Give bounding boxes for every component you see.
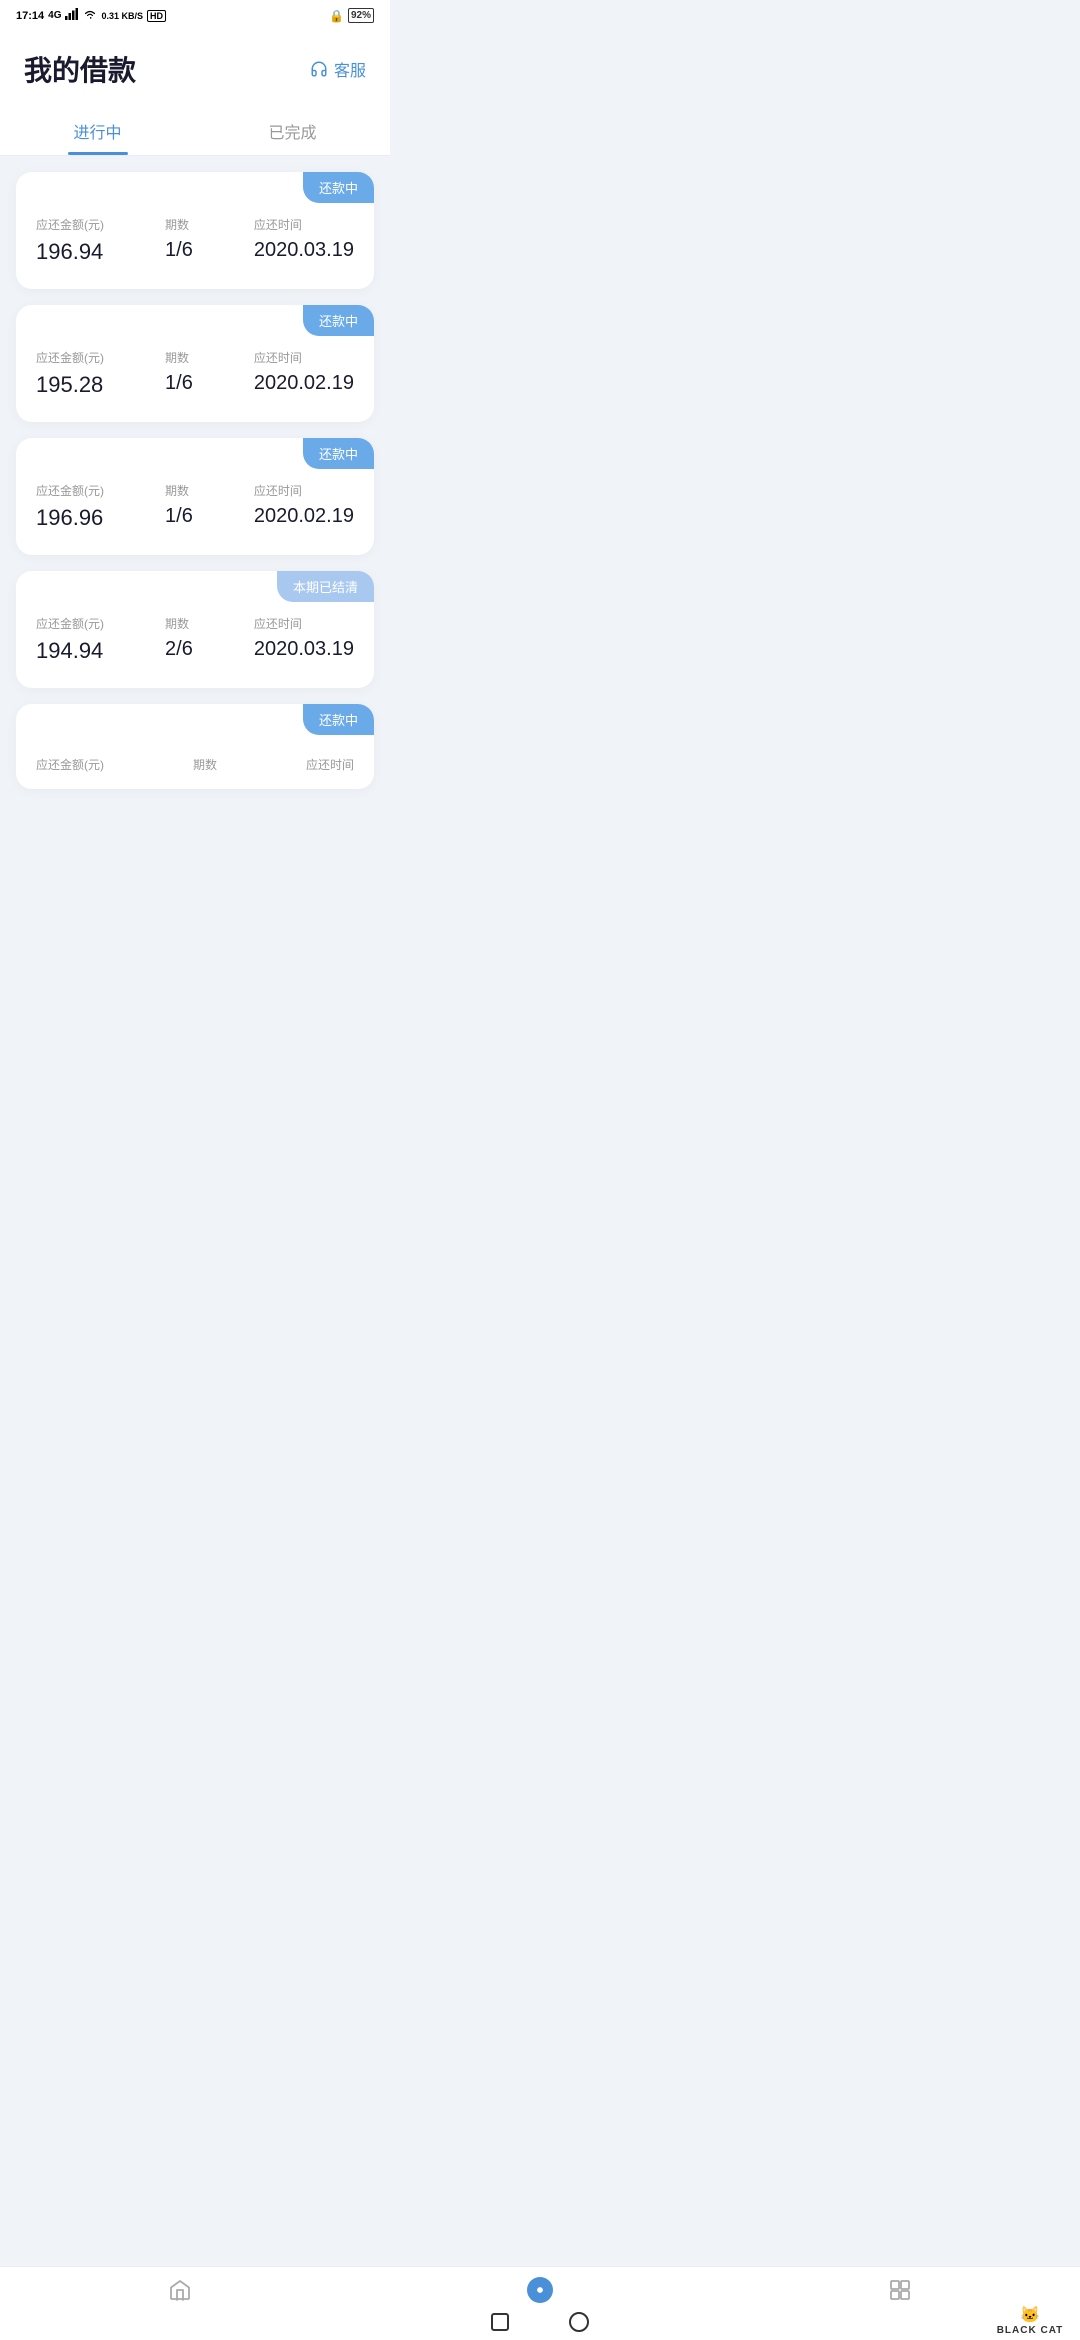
date-label-4: 应还时间 [254,615,354,632]
periods-value-3: 1/6 [165,505,193,528]
tab-ongoing[interactable]: 进行中 [0,105,195,155]
loan-amount-field-4: 应还金额(元) 194.94 [36,615,104,664]
amount-label-2: 应还金额(元) [36,349,104,366]
mine-icon [887,2277,913,2303]
network-icon: 4G [48,10,61,21]
lock-icon: 🔒 [329,9,344,23]
periods-value-1: 1/6 [165,239,193,262]
battery-icon: 92% [348,8,374,23]
amount-label-3: 应还金额(元) [36,482,104,499]
status-right: 🔒 92% [329,8,374,23]
black-cat-logo-icon: 🐱 [1020,2305,1040,2325]
amount-label-1: 应还金额(元) [36,216,104,233]
hd-badge: HD [147,10,166,22]
headphone-icon [310,60,328,78]
system-home-button[interactable] [569,2312,589,2332]
loan-amount-field-1: 应还金额(元) 196.94 [36,216,104,265]
amount-value-3: 196.96 [36,505,104,531]
periods-value-2: 1/6 [165,372,193,395]
service-label: 客服 [334,57,366,81]
loan-amount-field-3: 应还金额(元) 196.96 [36,482,104,531]
loan-card-2[interactable]: 还款中 应还金额(元) 195.28 期数 1/6 应还时间 2020.02.1… [16,305,374,422]
system-back-button[interactable] [491,2313,509,2331]
loan-status-badge-3: 还款中 [303,438,374,469]
loan-date-field-4: 应还时间 2020.03.19 [254,615,354,664]
page-title: 我的借款 [24,49,136,89]
date-value-1: 2020.03.19 [254,239,354,262]
amount-value-2: 195.28 [36,372,104,398]
date-label-1: 应还时间 [254,216,354,233]
loan-date-field-3: 应还时间 2020.02.19 [254,482,354,531]
loan-amount-field-2: 应还金额(元) 195.28 [36,349,104,398]
loan-fields-1: 应还金额(元) 196.94 期数 1/6 应还时间 2020.03.19 [36,216,354,265]
periods-label-1: 期数 [165,216,193,233]
date-label-2: 应还时间 [254,349,354,366]
loan-list: 还款中 应还金额(元) 196.94 期数 1/6 应还时间 2020.03.1… [0,156,390,889]
system-nav: 🐱 BLACK CAT [0,2304,1080,2340]
loan-card-5-partial[interactable]: 还款中 应还金额(元) 期数 应还时间 [16,704,374,789]
periods-value-4: 2/6 [165,638,193,661]
loan-periods-field-4: 期数 2/6 [165,615,193,664]
home-icon [167,2277,193,2303]
loan-card-4[interactable]: 本期已结清 应还金额(元) 194.94 期数 2/6 应还时间 2020.03… [16,571,374,688]
loan-fields-4: 应还金额(元) 194.94 期数 2/6 应还时间 2020.03.19 [36,615,354,664]
loan-status-badge-5: 还款中 [303,704,374,735]
status-bar: 17:14 4G 0.31 KB/S HD 🔒 92% [0,0,390,29]
partial-amount-label: 应还金额(元) [36,756,104,773]
signal-icon [65,8,79,23]
header: 我的借款 客服 [0,29,390,105]
periods-label-2: 期数 [165,349,193,366]
service-button[interactable]: 客服 [310,57,366,81]
black-cat-watermark: 🐱 BLACK CAT [980,2290,1080,2340]
wifi-icon [83,8,97,23]
loan-fields-3: 应还金额(元) 196.96 期数 1/6 应还时间 2020.02.19 [36,482,354,531]
amount-label-4: 应还金额(元) [36,615,104,632]
amount-value-4: 194.94 [36,638,104,664]
loan-status-badge-2: 还款中 [303,305,374,336]
loan-date-field-1: 应还时间 2020.03.19 [254,216,354,265]
loan-status-badge-1: 还款中 [303,172,374,203]
loan-periods-field-1: 期数 1/6 [165,216,193,265]
tabs-container: 进行中 已完成 [0,105,390,156]
periods-label-4: 期数 [165,615,193,632]
date-label-3: 应还时间 [254,482,354,499]
black-cat-text: BLACK CAT [997,2325,1064,2336]
loan-periods-field-3: 期数 1/6 [165,482,193,531]
loan-card-1[interactable]: 还款中 应还金额(元) 196.94 期数 1/6 应还时间 2020.03.1… [16,172,374,289]
loan-periods-field-2: 期数 1/6 [165,349,193,398]
loan-icon [527,2277,553,2303]
partial-periods-label: 期数 [193,756,217,773]
speed: 0.31 KB/S [101,11,143,21]
loan-status-badge-4: 本期已结清 [277,571,374,602]
loan-fields-2: 应还金额(元) 195.28 期数 1/6 应还时间 2020.02.19 [36,349,354,398]
periods-label-3: 期数 [165,482,193,499]
date-value-4: 2020.03.19 [254,638,354,661]
status-left: 17:14 4G 0.31 KB/S HD [16,8,166,23]
date-value-3: 2020.02.19 [254,505,354,528]
tab-completed[interactable]: 已完成 [195,105,390,155]
loan-date-field-2: 应还时间 2020.02.19 [254,349,354,398]
amount-value-1: 196.94 [36,239,104,265]
loan-card-3[interactable]: 还款中 应还金额(元) 196.96 期数 1/6 应还时间 2020.02.1… [16,438,374,555]
time: 17:14 [16,10,44,22]
date-value-2: 2020.02.19 [254,372,354,395]
partial-date-label: 应还时间 [306,756,354,773]
